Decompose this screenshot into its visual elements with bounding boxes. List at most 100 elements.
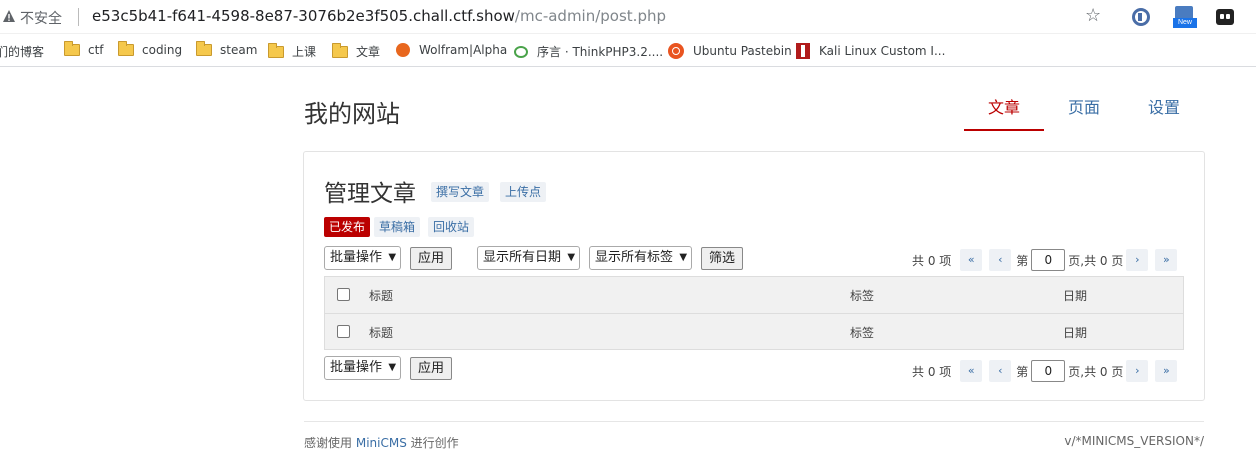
bulk-action-select[interactable]: 批量操作 ▼ [324,246,402,270]
bookmark-kali[interactable]: Kali Linux Custom I... [796,43,945,59]
bookmark-label: Kali Linux Custom I... [819,44,946,58]
url-host: e53c5b41-f641-4598-8e87-3076b2e3f505.cha… [92,7,515,25]
panel-title: 管理文章 [324,181,416,207]
page-input[interactable]: 0 [1031,249,1066,271]
footer-version: v/*MINICMS_VERSION*/ [1064,434,1204,448]
bookmark-label: Ubuntu Pastebin [693,44,792,58]
upload-button[interactable]: 上传点 [500,182,547,202]
bookmark-label: 序言 · ThinkPHP3.2.... [537,45,664,59]
select-value: 批量操作 [330,250,383,265]
nav-posts[interactable]: 文章 [964,97,1044,131]
footer-divider [304,421,1204,422]
page-prefix: 第 [1016,253,1029,268]
wolfram-icon [396,43,410,57]
bookmark-label: Wolfram|Alpha [419,43,508,57]
next-page-button[interactable]: › [1126,360,1149,382]
bookmark-label: steam [220,43,258,57]
write-post-button[interactable]: 撰写文章 [431,182,490,202]
next-page-button[interactable]: › [1126,249,1149,271]
nav-settings[interactable]: 设置 [1124,97,1204,131]
apply-button[interactable]: 应用 [410,247,453,270]
first-page-button[interactable]: « [960,249,983,271]
column-date: 日期 [1063,326,1088,340]
bookmark-wolfram[interactable]: Wolfram|Alpha [396,43,507,57]
bookmark-star-icon[interactable]: ☆ [1085,7,1101,25]
folder-icon [196,41,212,56]
chevron-down-icon: ▼ [679,252,688,263]
site-title: 我的网站 [304,100,400,128]
prev-page-button[interactable]: ‹ [989,249,1012,271]
bookmark-blog[interactable]: 们的博客 [0,43,44,60]
bookmark-thinkphp[interactable]: 序言 · ThinkPHP3.2.... [514,43,663,60]
page-input[interactable]: 0 [1031,360,1066,382]
pagination-bottom: 共 0 项 « ‹ 第 0 页,共 0 页 › » [912,359,1178,383]
bookmark-label: 文章 [356,45,381,59]
select-all-checkbox[interactable] [337,288,350,301]
folder-icon [268,42,284,58]
column-title: 标题 [369,289,394,303]
tag-filter-select[interactable]: 显示所有标签 ▼ [589,246,693,270]
new-badge: New [1173,18,1197,28]
last-page-button[interactable]: » [1155,249,1178,271]
folder-icon [118,41,134,56]
footer-suffix: 进行创作 [410,436,459,450]
extension-new-icon[interactable]: New [1173,6,1197,30]
chevron-down-icon: ▼ [388,252,397,263]
ubuntu-icon [668,43,684,59]
bookmark-articles[interactable]: 文章 [332,42,381,60]
extension-icon[interactable] [1132,8,1150,26]
bookmark-label: coding [142,43,183,57]
url-text[interactable]: e53c5b41-f641-4598-8e87-3076b2e3f505.cha… [92,7,666,25]
bookmark-steam[interactable]: steam [196,41,258,57]
select-value: 批量操作 [330,360,383,375]
pagination-top: 共 0 项 « ‹ 第 0 页,共 0 页 › » [912,248,1178,272]
column-title: 标题 [369,326,394,340]
bookmark-label: 们的博客 [0,45,45,59]
table-header: 标题 标签 日期 [325,277,1183,313]
bookmark-label: ctf [88,43,104,57]
warning-icon [3,10,15,22]
thinkphp-icon [514,45,528,58]
prev-page-button[interactable]: ‹ [989,360,1012,382]
address-bar[interactable]: 不安全 e53c5b41-f641-4598-8e87-3076b2e3f505… [0,0,1256,34]
bookmark-label: 上课 [292,45,317,59]
posts-table: 标题 标签 日期 标题 标签 日期 [324,276,1184,350]
bookmark-coding[interactable]: coding [118,41,183,57]
total-count: 共 0 项 [912,364,952,379]
extension-mask-icon[interactable] [1216,9,1234,25]
minicms-link[interactable]: MiniCMS [356,436,407,450]
first-page-button[interactable]: « [960,360,983,382]
chevron-down-icon: ▼ [567,252,576,263]
table-footer: 标题 标签 日期 [325,313,1183,349]
main-nav: 文章 页面 设置 [964,97,1204,131]
nav-pages[interactable]: 页面 [1044,97,1124,131]
page-prefix: 第 [1016,364,1029,379]
divider [78,8,79,26]
last-page-button[interactable]: » [1155,360,1178,382]
select-value: 显示所有标签 [595,250,674,265]
select-all-checkbox[interactable] [337,325,350,338]
bulk-action-select-bottom[interactable]: 批量操作 ▼ [324,356,402,380]
filter-drafts[interactable]: 草稿箱 [374,217,421,237]
date-filter-select[interactable]: 显示所有日期 ▼ [477,246,581,270]
chevron-down-icon: ▼ [388,362,397,373]
apply-button-bottom[interactable]: 应用 [410,357,453,380]
bookmark-ctf[interactable]: ctf [64,41,104,57]
filter-trash[interactable]: 回收站 [428,217,475,237]
filter-published[interactable]: 已发布 [324,217,371,237]
bookmark-class[interactable]: 上课 [268,42,317,60]
folder-icon [64,41,80,56]
folder-icon [332,42,348,58]
kali-icon [796,43,810,59]
insecure-label[interactable]: 不安全 [20,8,62,28]
filter-button[interactable]: 筛选 [701,247,744,270]
total-count: 共 0 项 [912,253,952,268]
posts-panel: 管理文章 撰写文章 上传点 已发布 草稿箱 回收站 批量操作 ▼ 应用 显示所有日… [303,151,1205,401]
page-suffix: 页,共 0 页 [1068,364,1124,379]
bookmark-ubuntu-pastebin[interactable]: Ubuntu Pastebin [668,43,792,59]
page-content: 我的网站 文章 页面 设置 管理文章 撰写文章 上传点 已发布 草稿箱 回收站 … [0,67,1256,454]
footer-prefix: 感谢使用 [304,436,353,450]
column-tags: 标签 [850,289,875,303]
url-path: /mc-admin/post.php [514,7,666,25]
footer-credit: 感谢使用 MiniCMS 进行创作 [304,434,459,451]
